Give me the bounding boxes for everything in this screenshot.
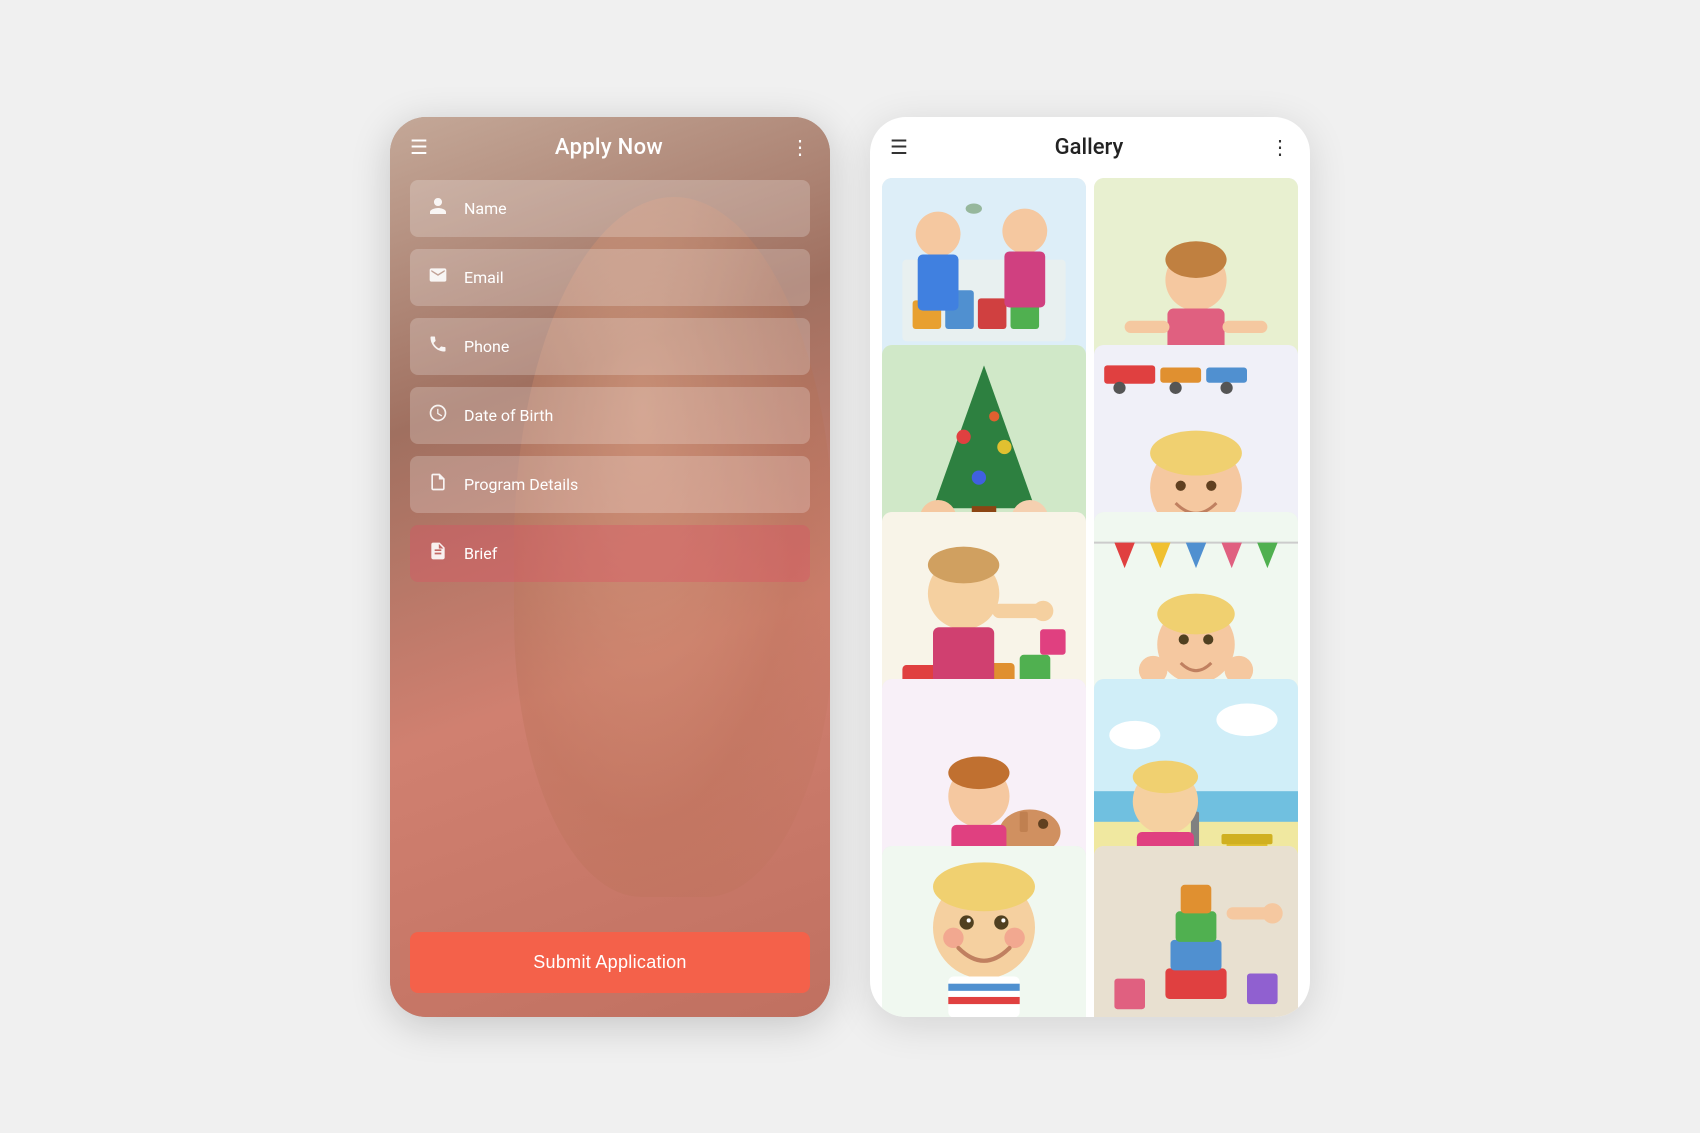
program-label: Program Details	[464, 475, 578, 494]
page-title-left: Apply Now	[555, 135, 663, 160]
brief-icon	[428, 541, 450, 566]
right-phone: ☰ Gallery ⋮	[870, 117, 1310, 1017]
top-bar-left: ☰ Apply Now ⋮	[390, 117, 830, 170]
dob-label: Date of Birth	[464, 406, 553, 425]
brief-field[interactable]: Brief	[410, 525, 810, 582]
hamburger-menu-icon[interactable]: ☰	[410, 135, 428, 159]
brief-label: Brief	[464, 544, 497, 563]
form-area: Name Email Phone Date of Birth Program D	[390, 170, 830, 916]
top-bar-right: ☰ Gallery ⋮	[870, 117, 1310, 170]
document-icon	[428, 472, 450, 497]
email-label: Email	[464, 268, 504, 287]
phone-icon	[428, 334, 450, 359]
phone-label: Phone	[464, 337, 509, 356]
gallery-grid	[870, 170, 1310, 1017]
page-title-right: Gallery	[1055, 135, 1124, 160]
email-field[interactable]: Email	[410, 249, 810, 306]
clock-icon	[428, 403, 450, 428]
person-icon	[428, 196, 450, 221]
name-field[interactable]: Name	[410, 180, 810, 237]
more-options-icon-left[interactable]: ⋮	[790, 135, 810, 159]
phone-field[interactable]: Phone	[410, 318, 810, 375]
gallery-item-10[interactable]	[1094, 846, 1298, 1017]
program-field[interactable]: Program Details	[410, 456, 810, 513]
email-icon	[428, 265, 450, 290]
dob-field[interactable]: Date of Birth	[410, 387, 810, 444]
hamburger-menu-icon-right[interactable]: ☰	[890, 135, 908, 159]
left-phone: ☰ Apply Now ⋮ Name Email Phone	[390, 117, 830, 1017]
gallery-item-9[interactable]	[882, 846, 1086, 1017]
more-options-icon-right[interactable]: ⋮	[1270, 135, 1290, 159]
name-label: Name	[464, 199, 507, 218]
submit-button[interactable]: Submit Application	[410, 932, 810, 993]
